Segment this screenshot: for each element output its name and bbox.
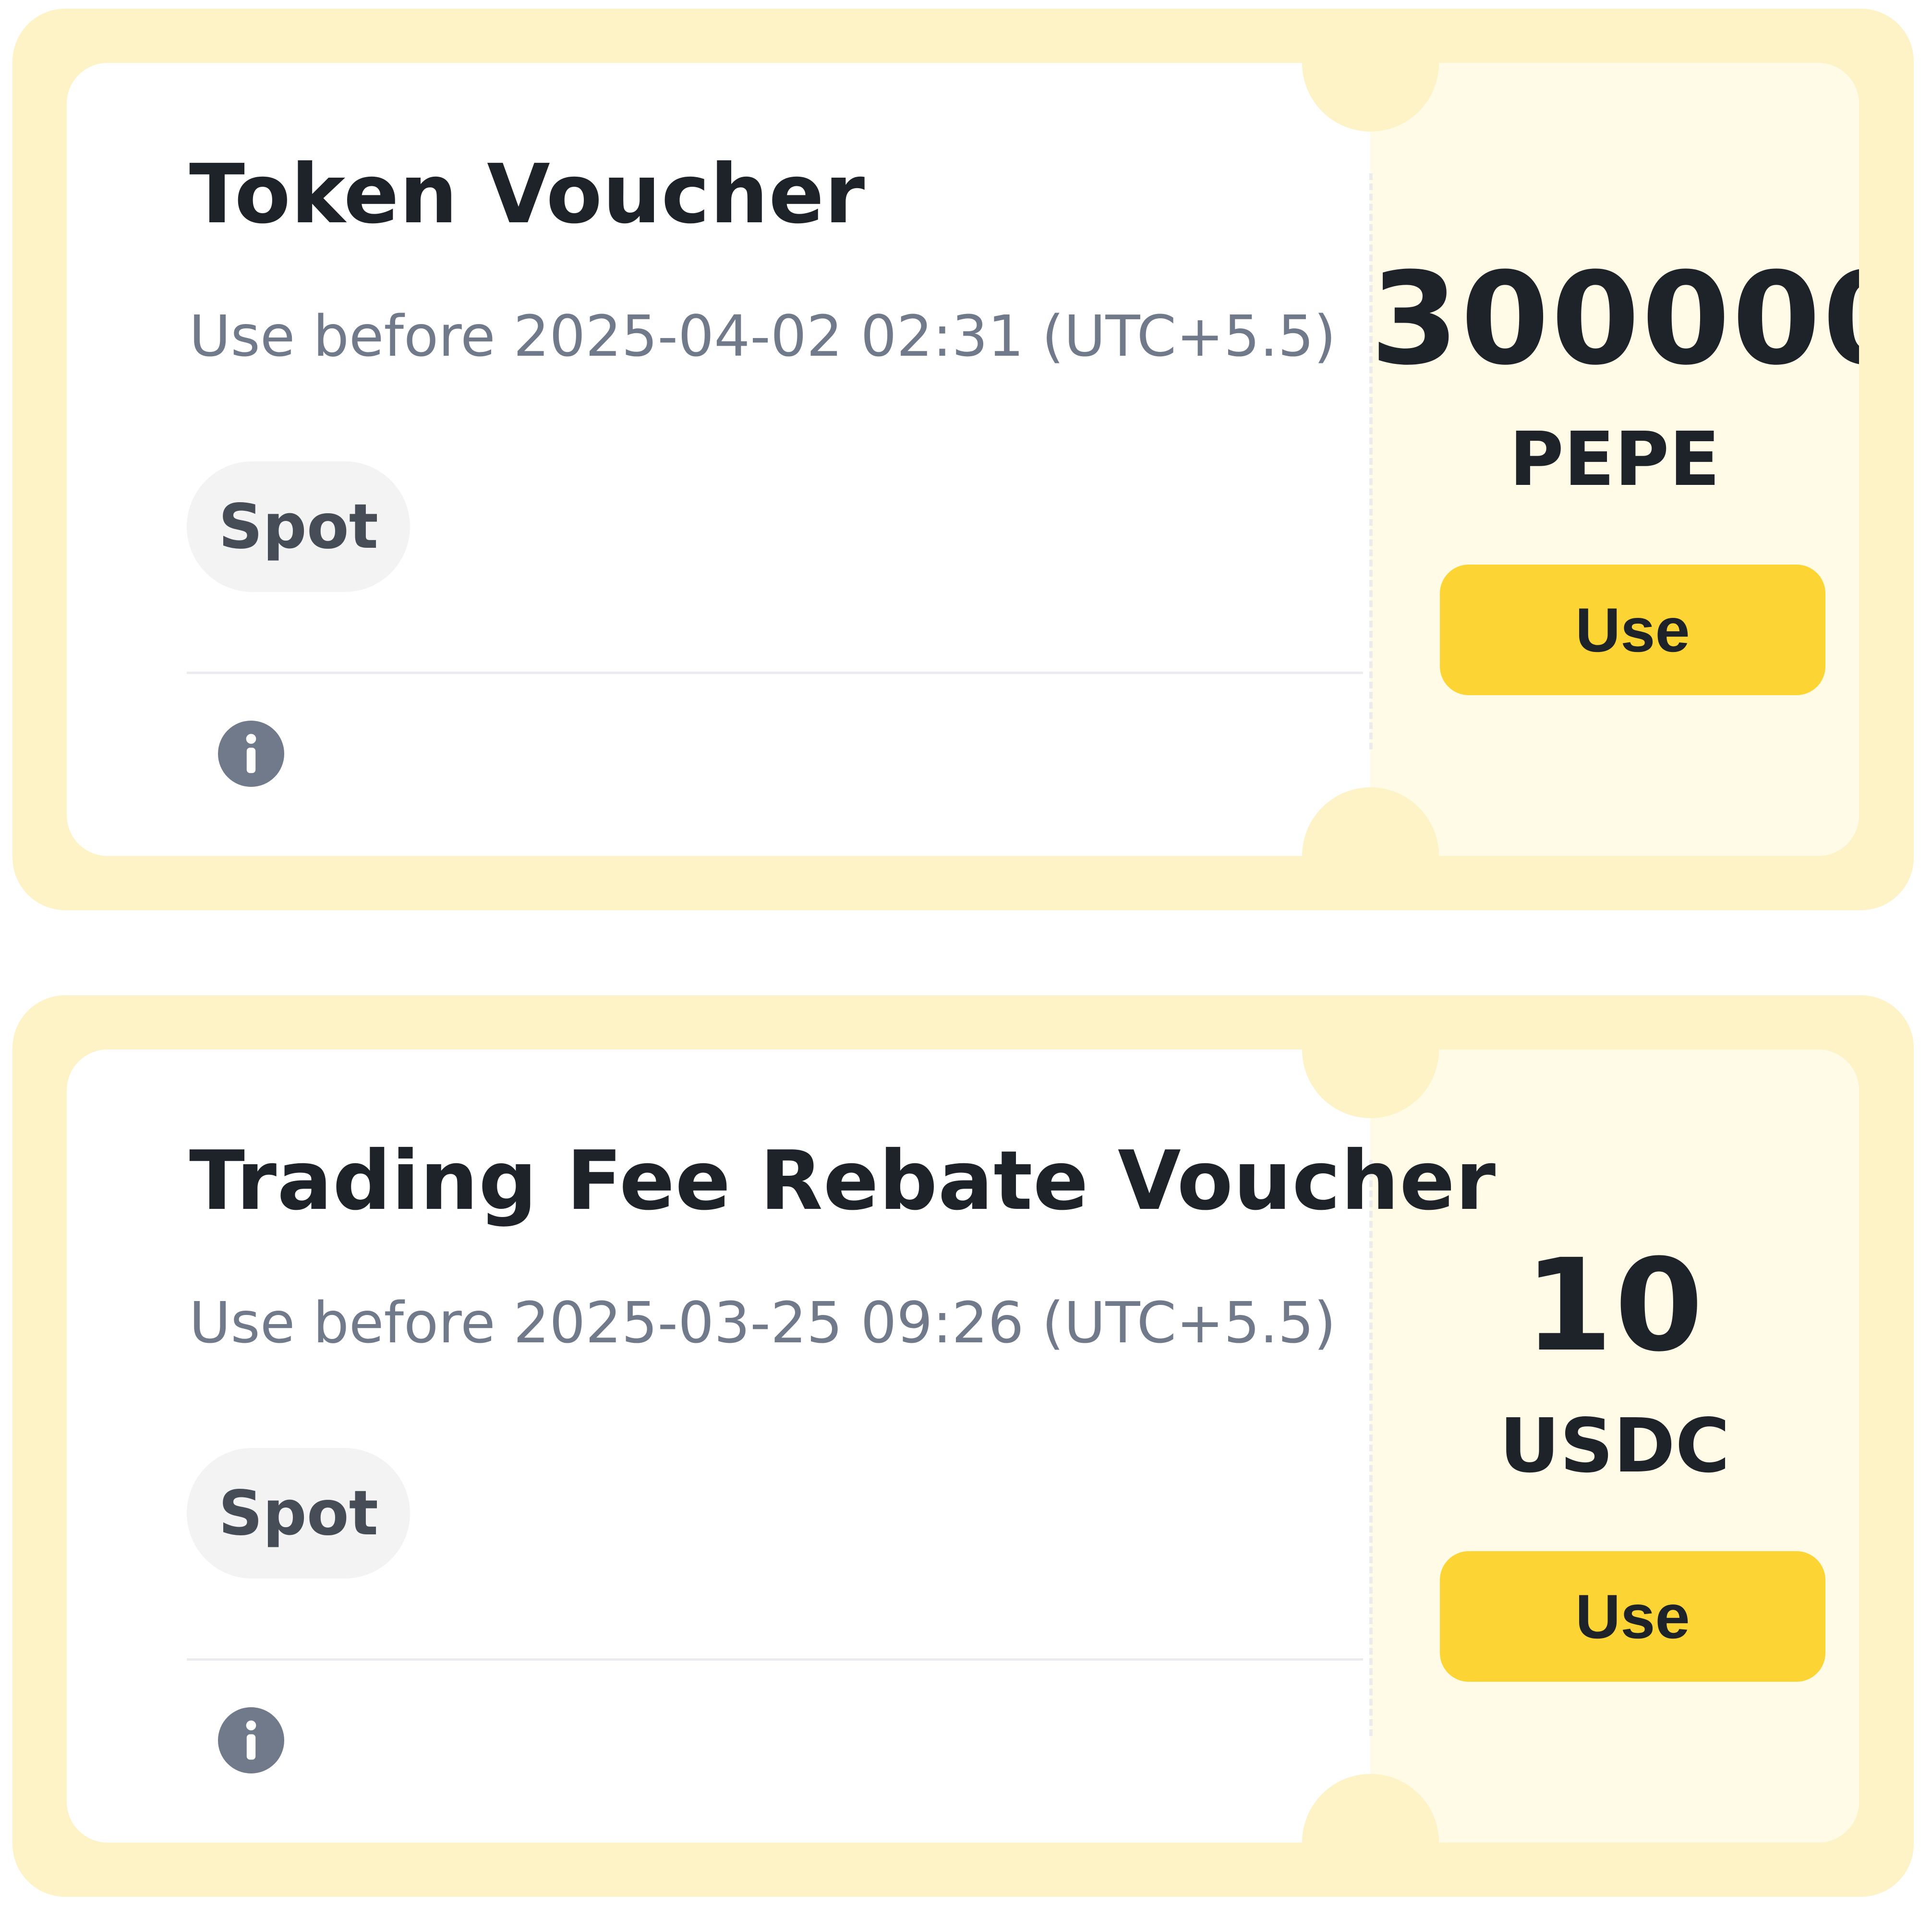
divider — [187, 1658, 1363, 1661]
voucher-amount: 10 — [1524, 1232, 1705, 1380]
voucher-expiry: Use before 2025-04-02 02:31 (UTC+5.5) — [189, 303, 1336, 369]
divider — [187, 672, 1363, 674]
info-icon[interactable] — [218, 721, 284, 787]
voucher-card: Token Voucher Use before 2025-04-02 02:3… — [12, 9, 1914, 910]
voucher-currency: PEPE — [1509, 416, 1720, 503]
voucher-title: Token Voucher — [189, 147, 866, 242]
voucher-ticket: Trading Fee Rebate Voucher Use before 20… — [67, 1049, 1859, 1843]
use-button[interactable]: Use — [1440, 1551, 1825, 1682]
voucher-expiry: Use before 2025-03-25 09:26 (UTC+5.5) — [189, 1290, 1336, 1356]
voucher-currency: USDC — [1499, 1402, 1730, 1489]
voucher-title: Trading Fee Rebate Voucher — [189, 1133, 1497, 1229]
voucher-scope-tag: Spot — [187, 1448, 410, 1579]
voucher-scope-tag: Spot — [187, 461, 410, 592]
info-icon[interactable] — [218, 1707, 284, 1773]
voucher-card: Trading Fee Rebate Voucher Use before 20… — [12, 995, 1914, 1897]
use-button[interactable]: Use — [1440, 565, 1825, 695]
voucher-amount: 300000 — [1370, 245, 1859, 393]
voucher-list: Token Voucher Use before 2025-04-02 02:3… — [0, 0, 1932, 1905]
voucher-ticket: Token Voucher Use before 2025-04-02 02:3… — [67, 63, 1859, 856]
